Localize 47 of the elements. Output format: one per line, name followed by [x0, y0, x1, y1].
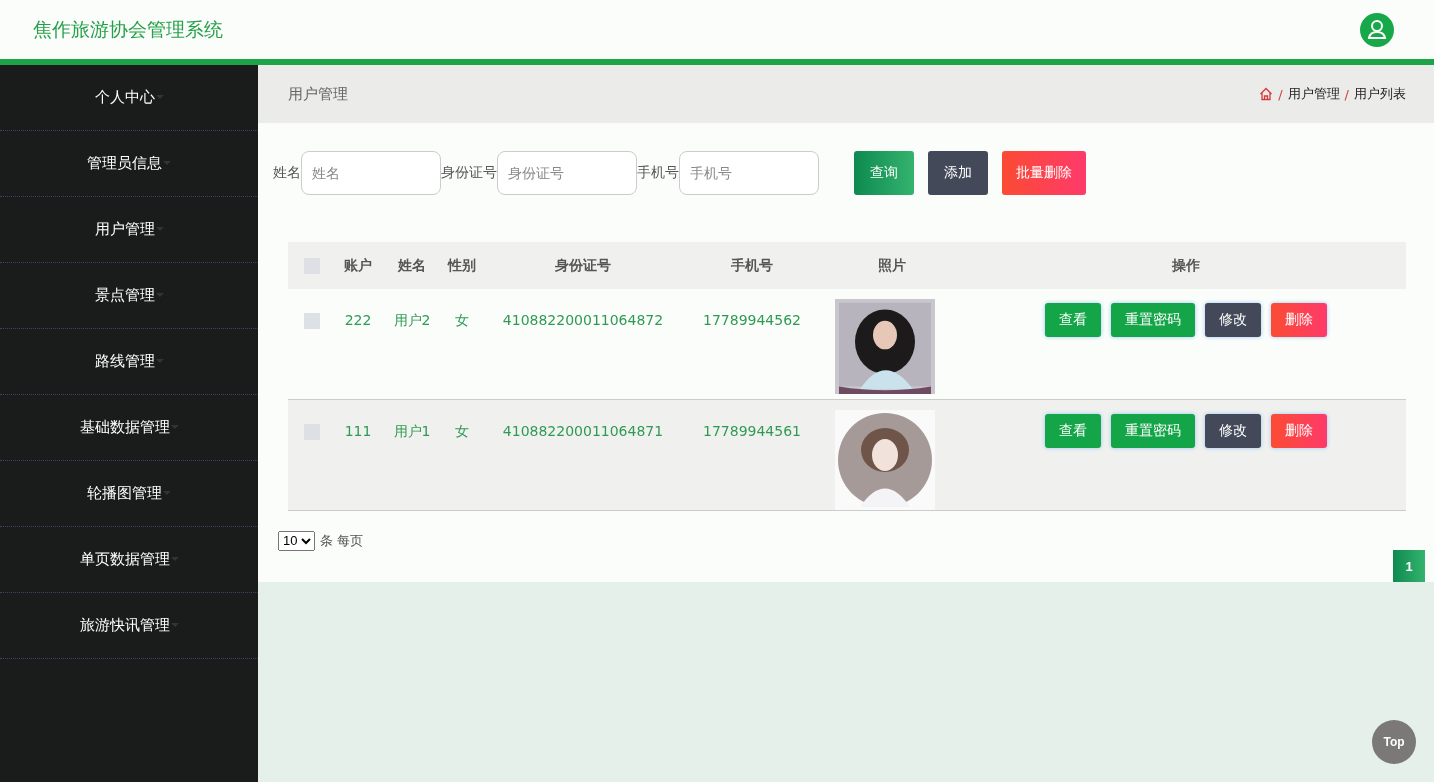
caret-icon — [155, 292, 164, 297]
field-label: 姓名 — [273, 164, 301, 182]
query-button[interactable]: 查询 — [854, 151, 914, 195]
user-icon[interactable] — [1360, 12, 1394, 47]
caret-icon — [170, 622, 179, 627]
field-label: 身份证号 — [441, 164, 497, 182]
page-size-select[interactable]: 10 — [278, 530, 315, 551]
add-button[interactable]: 添加 — [928, 151, 988, 195]
table-cell: 410882200011064872 — [502, 312, 664, 328]
table-cell: 17789944562 — [703, 312, 801, 328]
column-header: 姓名 — [398, 256, 426, 273]
checkbox[interactable] — [304, 313, 320, 329]
table-cell: 410882200011064871 — [502, 422, 664, 439]
table-cell: 111 — [344, 422, 372, 439]
caret-icon — [163, 160, 171, 165]
caret-icon — [170, 556, 179, 561]
field-label: 手机号 — [637, 164, 679, 182]
column-header: 操作 — [1172, 256, 1200, 273]
caret-icon — [155, 358, 164, 363]
table-cell: 女 — [455, 312, 469, 328]
home-icon[interactable] — [1259, 87, 1274, 101]
search-field[interactable]: 姓名 — [301, 151, 441, 195]
caret-icon — [170, 424, 179, 429]
table-cell: 用户1 — [393, 422, 431, 439]
breadcrumb-item[interactable]: 用户列表 — [1354, 85, 1406, 103]
column-header: 账户 — [344, 256, 372, 273]
table-cell: 女 — [455, 422, 469, 439]
breadcrumb-separator: / — [1278, 86, 1283, 102]
page-title: 用户管理 — [288, 84, 348, 104]
table-cell: 用户2 — [393, 312, 431, 328]
table-cell: 222 — [344, 312, 372, 328]
caret-icon — [155, 226, 164, 231]
app-title: 焦作旅游协会管理系统 — [33, 16, 223, 42]
column-header: 性别 — [448, 256, 476, 273]
column-header: 身份证号 — [555, 256, 611, 273]
edit-button[interactable]: 修改 — [1205, 413, 1261, 448]
edit-button[interactable]: 修改 — [1205, 303, 1261, 337]
caret-icon — [155, 94, 164, 99]
column-header: 照片 — [878, 256, 906, 273]
column-header: 手机号 — [731, 256, 773, 273]
caret-icon — [163, 490, 171, 495]
search-field[interactable]: 手机号 — [679, 151, 819, 195]
table-cell: 17789944561 — [703, 422, 801, 439]
page-size-label: 条 每页 — [320, 531, 364, 550]
breadcrumb-separator: / — [1344, 86, 1349, 102]
breadcrumb-item[interactable]: 用户管理 — [1287, 85, 1340, 103]
search-field[interactable]: 身份证号 — [497, 151, 637, 195]
